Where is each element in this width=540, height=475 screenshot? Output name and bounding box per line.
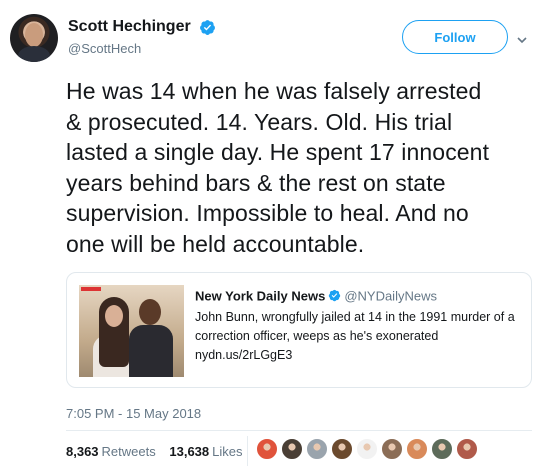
- liker-avatar-8[interactable]: [431, 438, 453, 460]
- tweet-stats: 8,363 Retweets 13,638 Likes: [66, 444, 253, 459]
- avatar-shirt: [18, 46, 50, 62]
- liker-avatar-2[interactable]: [281, 438, 303, 460]
- liker-avatar-6[interactable]: [381, 438, 403, 460]
- avatar-face: [25, 23, 43, 47]
- liker-avatar-4[interactable]: [331, 438, 353, 460]
- liker-avatar-3[interactable]: [306, 438, 328, 460]
- author-handle[interactable]: @ScottHech: [68, 41, 216, 56]
- divider: [66, 430, 532, 431]
- quoted-tweet[interactable]: New York Daily News @NYDailyNews John Bu…: [66, 272, 532, 388]
- author-info: Scott Hechinger @ScottHech: [68, 18, 216, 56]
- retweets-count: 8,363: [66, 444, 99, 459]
- author-avatar[interactable]: [10, 14, 58, 62]
- tweet-timestamp[interactable]: 7:05 PM - 15 May 2018: [66, 406, 201, 421]
- verified-badge-icon: [200, 19, 216, 35]
- likes-label: Likes: [212, 444, 243, 459]
- liker-avatar-9[interactable]: [456, 438, 478, 460]
- quoted-author-handle: @NYDailyNews: [344, 288, 437, 304]
- likes-count: 13,638: [169, 444, 210, 459]
- quoted-author-name: New York Daily News: [195, 288, 326, 304]
- quoted-tweet-text: John Bunn, wrongfully jailed at 14 in th…: [195, 310, 515, 362]
- stats-separator: [247, 436, 248, 466]
- tweet-text: He was 14 when he was falsely arrested &…: [66, 78, 490, 257]
- likes-stat[interactable]: 13,638 Likes: [169, 444, 252, 459]
- author-display-name[interactable]: Scott Hechinger: [68, 18, 191, 36]
- liker-avatars: [256, 438, 481, 464]
- liker-avatar-5[interactable]: [356, 438, 378, 460]
- chevron-down-icon[interactable]: [516, 34, 528, 46]
- liker-avatar-7[interactable]: [406, 438, 428, 460]
- quoted-tweet-header: New York Daily News @NYDailyNews: [195, 287, 437, 305]
- verified-badge-icon: [329, 290, 341, 302]
- retweets-label: Retweets: [101, 444, 156, 459]
- liker-avatar-1[interactable]: [256, 438, 278, 460]
- tweet-header: Scott Hechinger @ScottHech Follow: [10, 14, 530, 64]
- retweets-stat[interactable]: 8,363 Retweets: [66, 444, 166, 459]
- follow-button[interactable]: Follow: [402, 20, 508, 54]
- quoted-tweet-image[interactable]: [79, 285, 184, 377]
